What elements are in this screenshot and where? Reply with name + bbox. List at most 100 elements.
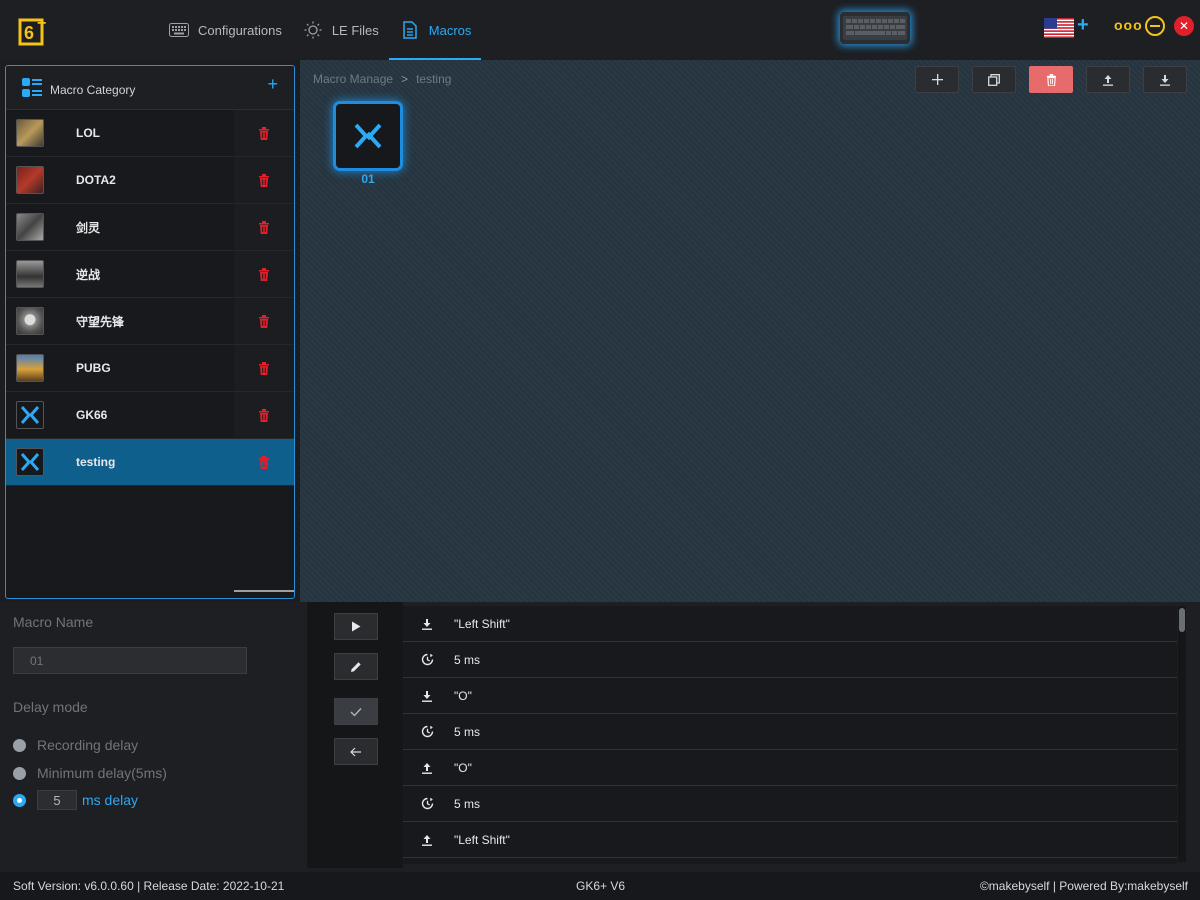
delete-macro-button[interactable] [1029, 66, 1073, 93]
category-item-jianling[interactable]: 剑灵 [6, 204, 294, 251]
nizhan-game-icon [16, 260, 44, 288]
delay-ms-input[interactable] [37, 790, 77, 810]
tab-macros[interactable]: Macros [388, 0, 482, 60]
tab-macros-label: Macros [428, 22, 472, 38]
recording-delay-option[interactable]: Recording delay [13, 737, 138, 753]
category-item-overwatch[interactable]: 守望先锋 [6, 298, 294, 345]
overwatch-game-icon [16, 307, 44, 335]
gk-brand-icon [16, 448, 44, 476]
trash-icon [259, 361, 269, 375]
add-macro-button[interactable] [915, 66, 959, 93]
macro-step[interactable]: 5 ms [403, 786, 1177, 822]
delete-category-button[interactable] [234, 110, 294, 156]
macro-step-text: "Left Shift" [454, 616, 510, 631]
category-label: DOTA2 [76, 173, 116, 187]
macro-step[interactable]: "Left Shift" [403, 822, 1177, 858]
macro-step[interactable]: "Left Shift" [403, 606, 1177, 642]
macro-toolbar [915, 66, 1200, 93]
category-scrollbar[interactable] [234, 590, 294, 592]
radio-button[interactable] [13, 766, 26, 780]
trash-icon [259, 408, 269, 422]
more-icon[interactable]: ooo [1114, 17, 1143, 33]
device-model: GK6+ V6 [576, 879, 626, 893]
macro-step-text: "O" [454, 688, 472, 703]
steps-scrollbar[interactable] [1178, 606, 1186, 862]
category-item-dota2[interactable]: DOTA2 [6, 157, 294, 204]
import-macro-button[interactable] [1143, 66, 1187, 93]
minimum-delay-option[interactable]: Minimum delay(5ms) [13, 765, 167, 781]
add-category-button[interactable]: + [267, 74, 278, 95]
breadcrumb-current: testing [416, 72, 452, 86]
trash-icon [259, 267, 269, 281]
trash-icon [259, 220, 269, 234]
copy-macro-button[interactable] [972, 66, 1016, 93]
export-macro-button[interactable] [1086, 66, 1130, 93]
delete-category-button[interactable] [234, 439, 294, 485]
pencil-icon [351, 661, 361, 672]
tab-configurations[interactable]: Configurations [158, 0, 292, 60]
scrollbar-thumb[interactable] [1179, 608, 1185, 632]
download-icon [1160, 74, 1170, 86]
back-button[interactable] [334, 738, 378, 765]
play-button[interactable] [334, 613, 378, 640]
delete-category-button[interactable] [234, 204, 294, 250]
category-label: 守望先锋 [76, 314, 125, 329]
keyboard-icon [168, 19, 190, 41]
category-item-pubg[interactable]: PUBG [6, 345, 294, 392]
macro-step-text: 5 ms [454, 652, 481, 667]
us-flag-icon[interactable] [1044, 18, 1074, 38]
key-down-icon [410, 690, 444, 702]
macro-name-input[interactable] [13, 647, 247, 674]
check-icon [350, 707, 362, 716]
delete-category-button[interactable] [234, 345, 294, 391]
close-icon[interactable]: ✕ [1174, 16, 1194, 36]
delay-mode-label: Delay mode [13, 699, 88, 715]
radio-button-selected[interactable] [13, 793, 26, 807]
macro-step[interactable]: 5 ms [403, 714, 1177, 750]
trash-icon [259, 173, 269, 187]
category-item-testing[interactable]: testing [6, 439, 294, 486]
macro-name-label: Macro Name [13, 614, 94, 630]
delete-category-button[interactable] [234, 251, 294, 297]
document-icon [399, 19, 421, 41]
macro-tile[interactable] [336, 104, 400, 168]
trash-icon [259, 314, 269, 328]
svg-text:+: + [37, 15, 46, 32]
category-label: 逆战 [76, 267, 101, 282]
clock-icon [410, 653, 444, 666]
edit-button[interactable] [334, 653, 378, 680]
category-label: testing [76, 455, 116, 469]
trash-icon [259, 455, 269, 469]
macro-step[interactable]: 5 ms [403, 642, 1177, 678]
delete-category-button[interactable] [234, 298, 294, 344]
category-label: LOL [76, 126, 100, 140]
confirm-button[interactable] [334, 698, 378, 725]
macro-steps-list: "Left Shift" 5 ms "O" 5 ms "O" 5 ms "Lef… [403, 606, 1177, 864]
add-language-button[interactable]: + [1077, 14, 1089, 37]
delete-category-button[interactable] [234, 392, 294, 438]
radio-button[interactable] [13, 738, 26, 752]
category-label: GK66 [76, 408, 108, 422]
fixed-delay-option[interactable]: ms delay [13, 790, 138, 810]
macro-step-text: 5 ms [454, 796, 481, 811]
category-item-gk66[interactable]: GK66 [6, 392, 294, 439]
play-icon [352, 621, 361, 632]
editor-controls [307, 602, 403, 868]
category-item-lol[interactable]: LOL [6, 110, 294, 157]
arrow-left-icon [350, 747, 361, 756]
minimum-delay-label: Minimum delay(5ms) [37, 765, 167, 781]
category-item-nizhan[interactable]: 逆战 [6, 251, 294, 298]
delete-category-button[interactable] [234, 157, 294, 203]
keyboard-device-icon[interactable] [840, 12, 910, 44]
breadcrumb-root[interactable]: Macro Manage [313, 72, 393, 86]
macro-step[interactable]: "O" [403, 678, 1177, 714]
key-up-icon [410, 762, 444, 774]
macro-step[interactable]: "O" [403, 750, 1177, 786]
gk-brand-icon [16, 401, 44, 429]
minimize-icon[interactable] [1145, 16, 1165, 36]
tab-le-files[interactable]: LE Files [292, 0, 389, 60]
macro-category-title: Macro Category [50, 82, 136, 97]
jianling-game-icon [16, 213, 44, 241]
app-logo: 6 + [18, 15, 46, 46]
macro-step-text: 5 ms [454, 724, 481, 739]
